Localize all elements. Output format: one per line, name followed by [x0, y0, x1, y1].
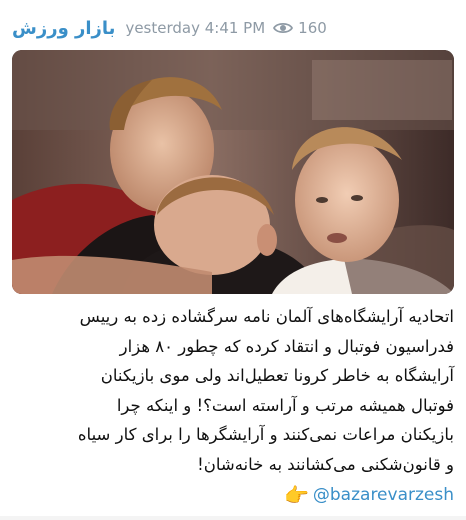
view-count: 160	[273, 19, 327, 37]
caption-line: فوتبال همیشه مرتب و آراسته است؟! و اینکه…	[116, 395, 454, 415]
caption-line: آرایشگاه به خاطر کرونا تعطیل‌اند ولی موی…	[100, 366, 454, 385]
pointing-hand-icon: 👉	[283, 483, 309, 507]
post-caption: اتحادیه آرایشگاه‌های آلمان نامه سرگشاده …	[12, 302, 454, 479]
timestamp: yesterday 4:41 PM	[125, 19, 266, 37]
caption-line: بازیکنان مراعات نمی‌کنند و آرایشگرها را …	[77, 425, 454, 444]
footballers-photo	[12, 50, 454, 294]
divider	[0, 516, 466, 520]
channel-name[interactable]: بازار ورزش	[12, 18, 115, 39]
post-photo[interactable]	[12, 50, 454, 294]
caption-line: اتحادیه آرایشگاه‌های آلمان نامه سرگشاده …	[79, 307, 454, 326]
channel-signature: 👉 @bazarevarzesh	[262, 480, 454, 510]
view-count-value: 160	[298, 19, 327, 37]
channel-handle-link[interactable]: @bazarevarzesh	[313, 485, 454, 505]
caption-line: فدراسیون فوتبال و انتقاد کرده که چطور ۸۰…	[119, 336, 454, 356]
message-card: بازار ورزش yesterday 4:41 PM 160 اتحادیه…	[0, 0, 466, 520]
caption-line: و قانون‌شکنی می‌کشانند به خانه‌شان!	[197, 454, 454, 474]
message-header: بازار ورزش yesterday 4:41 PM 160	[12, 8, 454, 48]
eye-icon	[273, 22, 294, 34]
